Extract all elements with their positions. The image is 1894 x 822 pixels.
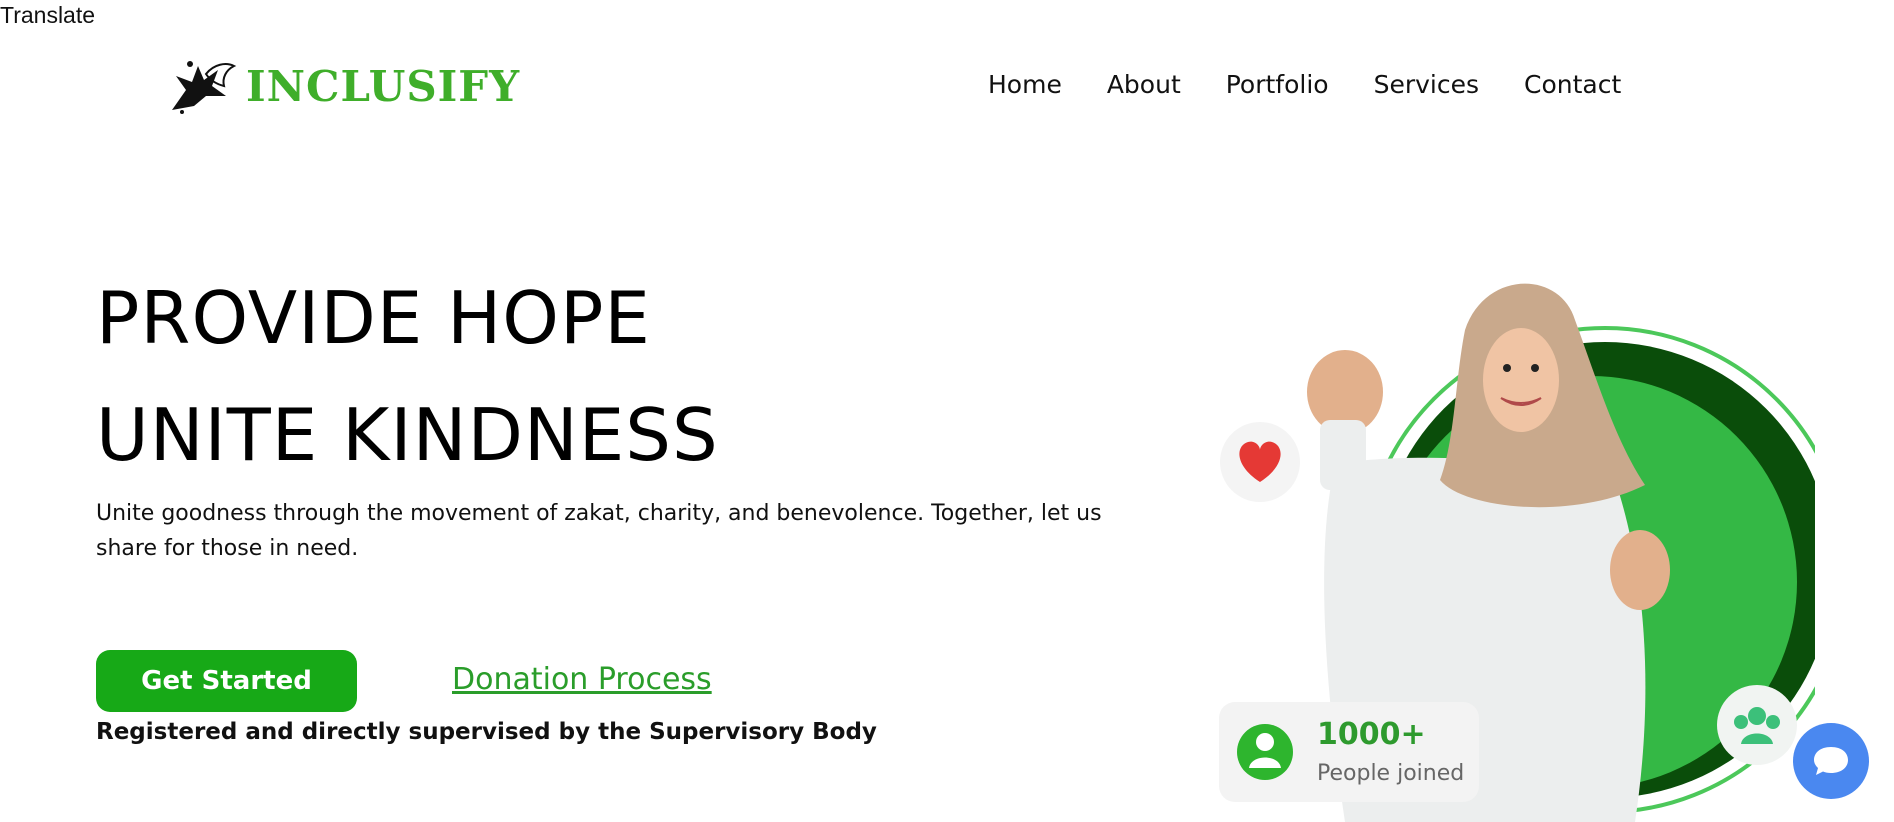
brand-logo[interactable]: INCLUSIFY: [168, 56, 520, 116]
nav-home[interactable]: Home: [988, 70, 1062, 99]
nav-about[interactable]: About: [1107, 70, 1181, 99]
nav-contact[interactable]: Contact: [1524, 70, 1621, 99]
stats-label: People joined: [1317, 761, 1464, 786]
hero-title-line2: UNITE KINDNESS: [96, 393, 719, 477]
hero-title-line1: PROVIDE HOPE: [96, 276, 651, 360]
donation-process-link[interactable]: Donation Process: [452, 662, 712, 697]
hero-subtitle: Unite goodness through the movement of z…: [96, 501, 1102, 561]
registered-note: Registered and directly supervised by th…: [96, 719, 877, 745]
nav-portfolio[interactable]: Portfolio: [1226, 70, 1329, 99]
brand-name: INCLUSIFY: [246, 61, 521, 111]
stats-value: 1000+: [1317, 717, 1426, 752]
nav-services[interactable]: Services: [1374, 70, 1479, 99]
translate-link[interactable]: Translate: [0, 2, 95, 29]
chat-bubble-icon: [1814, 747, 1848, 775]
hero-illustration: 1000+ People joined: [1219, 283, 1815, 822]
hummingbird-logo-icon: [172, 61, 237, 114]
main-nav: Home About Portfolio Services Contact: [988, 70, 1621, 99]
get-started-button[interactable]: Get Started: [96, 650, 357, 712]
group-people-badge: [1717, 685, 1797, 765]
heart-badge: [1220, 422, 1300, 502]
chat-button[interactable]: [1793, 723, 1869, 799]
